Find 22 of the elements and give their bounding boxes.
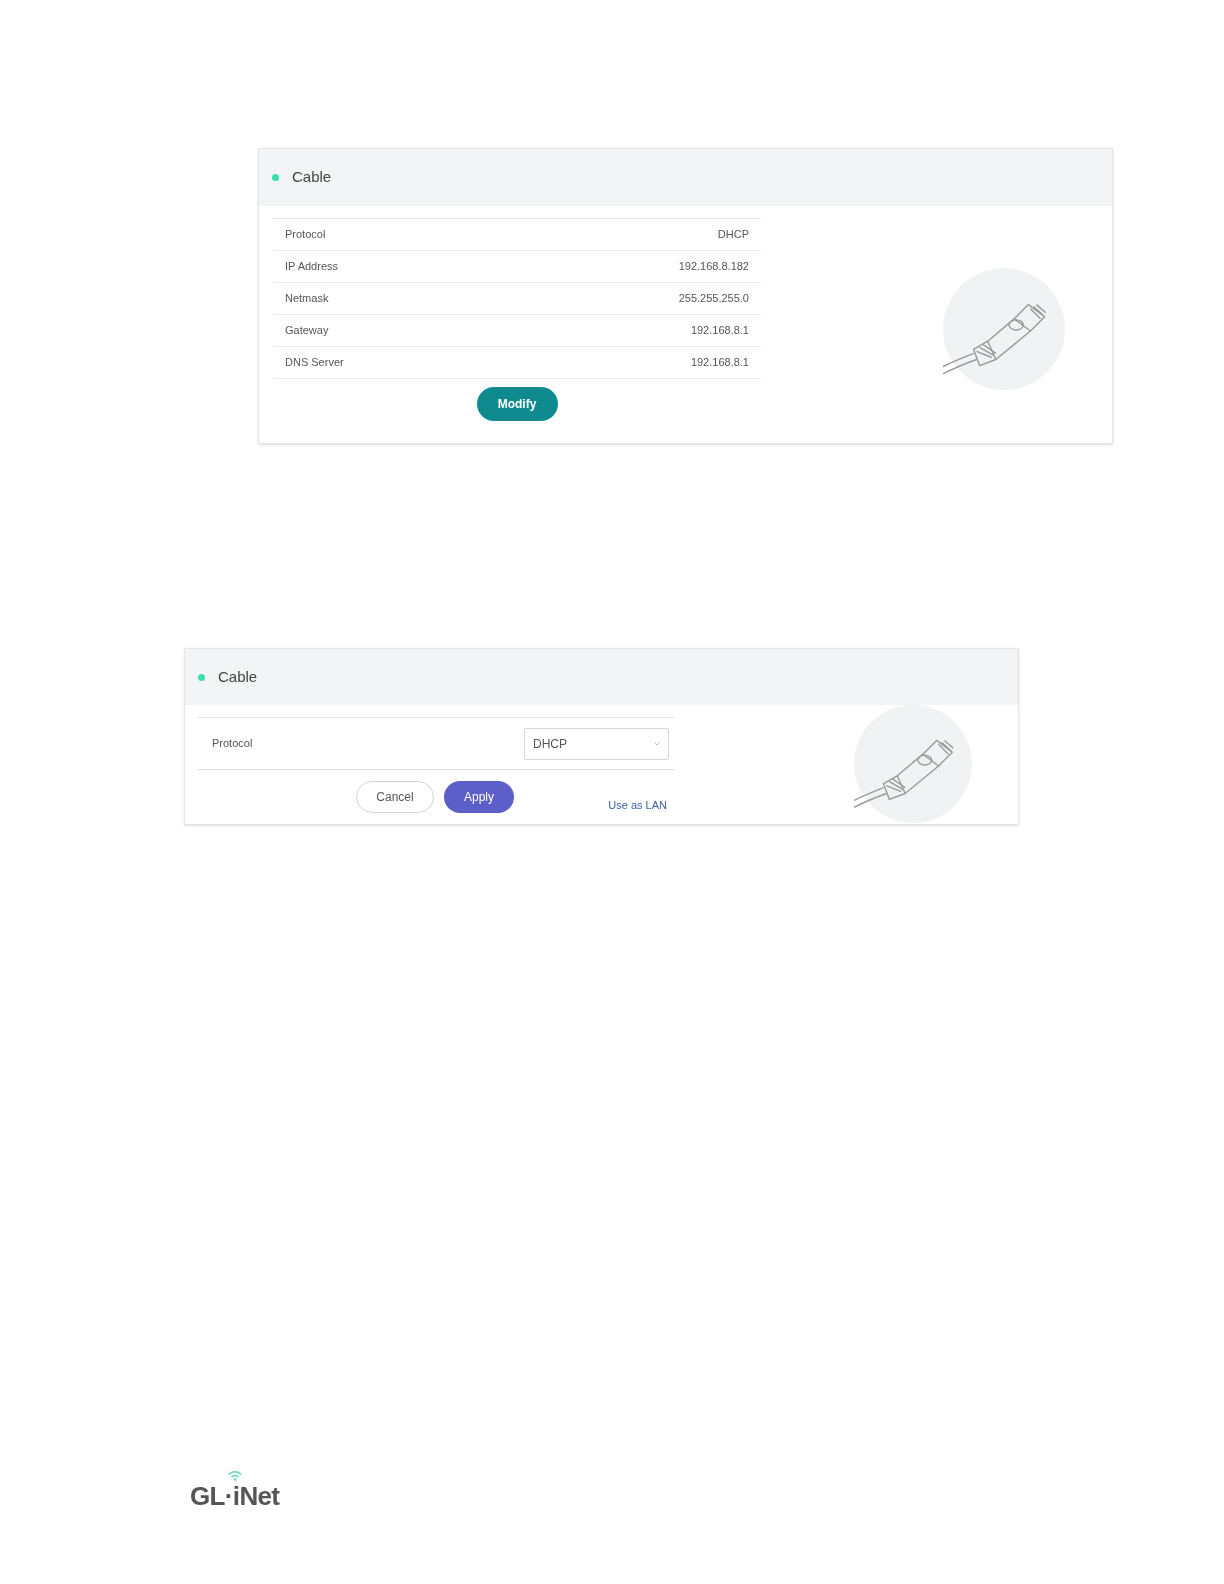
brand-logo: GL·iNet: [190, 1481, 280, 1511]
apply-button[interactable]: Apply: [444, 781, 514, 813]
protocol-select[interactable]: DHCP: [524, 727, 669, 760]
field-label: Protocol: [212, 736, 253, 752]
field-label: Netmask: [285, 291, 329, 307]
field-value: 192.168.8.1: [690, 323, 749, 339]
field-label: IP Address: [285, 259, 338, 275]
wifi-signal-icon: [228, 1471, 242, 1481]
field-value: 192.168.8.182: [678, 259, 749, 275]
chevron-down-icon: [654, 741, 660, 746]
card-title: Cable: [292, 167, 332, 188]
field-value: 255.255.255.0: [678, 291, 749, 307]
card-title: Cable: [218, 666, 258, 687]
field-value: 192.168.8.1: [690, 355, 749, 371]
cancel-button[interactable]: Cancel: [356, 781, 434, 813]
field-label: Protocol: [285, 227, 326, 243]
modify-button[interactable]: Modify: [476, 387, 558, 421]
use-as-lan-link[interactable]: Use as LAN: [608, 796, 667, 814]
field-value: DHCP: [717, 227, 749, 243]
field-label: DNS Server: [285, 355, 344, 371]
ethernet-cable-icon: [943, 268, 1065, 390]
field-label: Gateway: [285, 323, 329, 339]
